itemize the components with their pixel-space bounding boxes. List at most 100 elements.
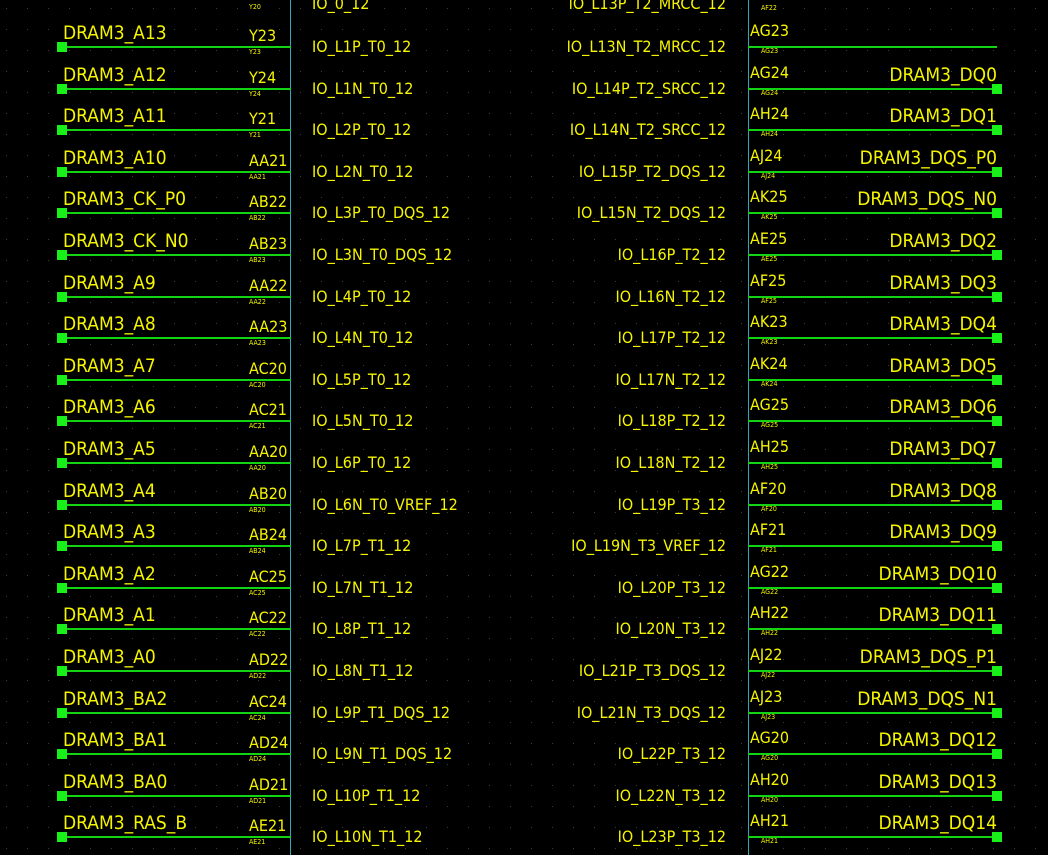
right-net-label: DRAM3_DQ6 — [889, 396, 997, 418]
right-io-label: IO_L20P_T3_12 — [617, 578, 726, 597]
right-pin-wire[interactable] — [748, 836, 997, 838]
left-io-label: IO_L8N_T1_12 — [312, 661, 414, 680]
right-net-label: DRAM3_DQ10 — [878, 563, 998, 585]
left-io-label: IO_L9N_T1_DQS_12 — [312, 744, 453, 763]
right-pin-wire[interactable] — [748, 504, 997, 506]
right-pin-number-small: AG22 — [761, 588, 779, 596]
right-pin-wire[interactable] — [748, 171, 997, 173]
right-pin-number-small: AJ22 — [761, 671, 776, 679]
right-net-label: DRAM3_DQ7 — [889, 438, 997, 460]
left-pin-number-small: AA20 — [249, 464, 266, 472]
left-pin-number: AB20 — [249, 484, 288, 503]
left-pin-number: AA20 — [249, 442, 288, 461]
left-io-label: IO_L1N_T0_12 — [312, 79, 414, 98]
right-pin-wire[interactable] — [748, 753, 997, 755]
left-net-label: DRAM3_CK_N0 — [63, 230, 189, 252]
right-io-label: IO_L21P_T3_DQS_12 — [578, 661, 726, 680]
right-io-label: IO_L20N_T3_12 — [615, 619, 726, 638]
right-pin-number: AF25 — [750, 271, 787, 290]
left-pin-number: AB23 — [249, 234, 288, 253]
right-pin-number: AK24 — [750, 354, 788, 373]
left-io-label: IO_L3N_T0_DQS_12 — [312, 245, 453, 264]
right-pin-wire[interactable] — [748, 462, 997, 464]
right-pin-wire[interactable] — [748, 587, 997, 589]
right-pin-number: AH24 — [750, 104, 789, 123]
right-pin-wire[interactable] — [748, 254, 997, 256]
left-pin-number-small: AC24 — [249, 714, 266, 722]
left-io-label: IO_L4P_T0_12 — [312, 287, 412, 306]
left-net-label: DRAM3_BA2 — [63, 688, 168, 710]
right-net-label: DRAM3_DQS_P0 — [859, 147, 997, 169]
left-io-label: IO_L1P_T0_12 — [312, 37, 412, 56]
left-pin-number: AC22 — [249, 608, 287, 627]
right-pin-wire[interactable] — [748, 712, 997, 714]
right-pin-number: AJ22 — [750, 645, 783, 664]
right-pin-wire[interactable] — [748, 545, 997, 547]
left-net-label: DRAM3_A4 — [63, 480, 156, 502]
left-net-label: DRAM3_A6 — [63, 396, 156, 418]
right-pin-small-label: AF22 — [761, 4, 777, 12]
right-pin-number-small: AF21 — [761, 546, 777, 554]
right-pin-number: AK25 — [750, 187, 788, 206]
right-io-label: IO_L16N_T2_12 — [615, 287, 726, 306]
right-net-label: DRAM3_DQS_P1 — [859, 646, 997, 668]
schematic-canvas[interactable]: Y20 IO_0_12 IO_L13P_T2_MRCC_12 AF22 DRAM… — [0, 0, 1048, 855]
right-pin-number: AG20 — [750, 728, 790, 747]
left-io-label: IO_L7P_T1_12 — [312, 536, 412, 555]
right-io-label: IO_L16P_T2_12 — [617, 245, 726, 264]
right-pin-wire[interactable] — [748, 420, 997, 422]
right-pin-number-small: AG23 — [761, 47, 779, 55]
right-pin-number-small: AH21 — [761, 837, 779, 845]
left-pin-number: AB22 — [249, 192, 288, 211]
left-net-label: DRAM3_A5 — [63, 438, 156, 460]
left-pin-number-small: AA23 — [249, 339, 266, 347]
right-pin-wire[interactable] — [748, 46, 997, 48]
right-pin-number: AK23 — [750, 312, 788, 331]
left-io-label: IO_L7N_T1_12 — [312, 578, 414, 597]
left-pin-number: AE21 — [249, 816, 287, 835]
right-pin-wire[interactable] — [748, 296, 997, 298]
left-io-label: IO_L4N_T0_12 — [312, 328, 414, 347]
right-pin-number-small: AH22 — [761, 629, 779, 637]
right-io-label: IO_L19N_T3_VREF_12 — [571, 536, 726, 555]
right-net-label: DRAM3_DQ9 — [889, 521, 997, 543]
right-pin-wire[interactable] — [748, 628, 997, 630]
left-pin-number: AC21 — [249, 400, 287, 419]
right-pin-number-small: AG25 — [761, 421, 779, 429]
left-pin-number: AD22 — [249, 650, 289, 669]
right-pin-number-small: AG24 — [761, 89, 779, 97]
right-net-label: DRAM3_DQ11 — [878, 604, 998, 626]
right-pin-number: AF21 — [750, 520, 787, 539]
left-io-label: IO_L8P_T1_12 — [312, 619, 412, 638]
left-io-label: IO_L10N_T1_12 — [312, 827, 423, 846]
left-pin-number-small: AC25 — [249, 589, 266, 597]
right-pin-number-small: AH25 — [761, 463, 779, 471]
left-pin-number-small: Y23 — [249, 48, 261, 56]
left-io-label: IO_L6P_T0_12 — [312, 453, 412, 472]
right-io-label: IO_L17N_T2_12 — [615, 370, 726, 389]
right-pin-number: AG25 — [750, 395, 790, 414]
right-pin-number: AJ24 — [750, 146, 783, 165]
left-pin-number: AD21 — [249, 775, 289, 794]
left-pin-number-small: AD21 — [249, 797, 267, 805]
left-net-label: DRAM3_A9 — [63, 272, 156, 294]
right-pin-number-small: AF25 — [761, 297, 777, 305]
left-pin-number-small: AC20 — [249, 381, 266, 389]
right-pin-wire[interactable] — [748, 379, 997, 381]
right-pin-wire[interactable] — [748, 337, 997, 339]
right-io-label: IO_L14P_T2_SRCC_12 — [571, 79, 726, 98]
right-pin-wire[interactable] — [748, 129, 997, 131]
right-pin-wire[interactable] — [748, 670, 997, 672]
left-io-label: IO_L3P_T0_DQS_12 — [312, 203, 451, 222]
right-net-label: DRAM3_DQ4 — [889, 313, 997, 335]
right-io-label: IO_L19P_T3_12 — [617, 495, 726, 514]
left-net-label: DRAM3_A11 — [63, 105, 167, 127]
right-pin-wire[interactable] — [748, 88, 997, 90]
right-net-label: DRAM3_DQ1 — [889, 105, 997, 127]
right-pin-wire[interactable] — [748, 795, 997, 797]
right-pin-wire[interactable] — [748, 212, 997, 214]
right-io-label: IO_L13P_T2_MRCC_12 — [568, 0, 726, 13]
left-io-label: IO_L5N_T0_12 — [312, 411, 414, 430]
right-net-label: DRAM3_DQ14 — [878, 812, 998, 834]
right-net-label: DRAM3_DQ12 — [878, 729, 998, 751]
